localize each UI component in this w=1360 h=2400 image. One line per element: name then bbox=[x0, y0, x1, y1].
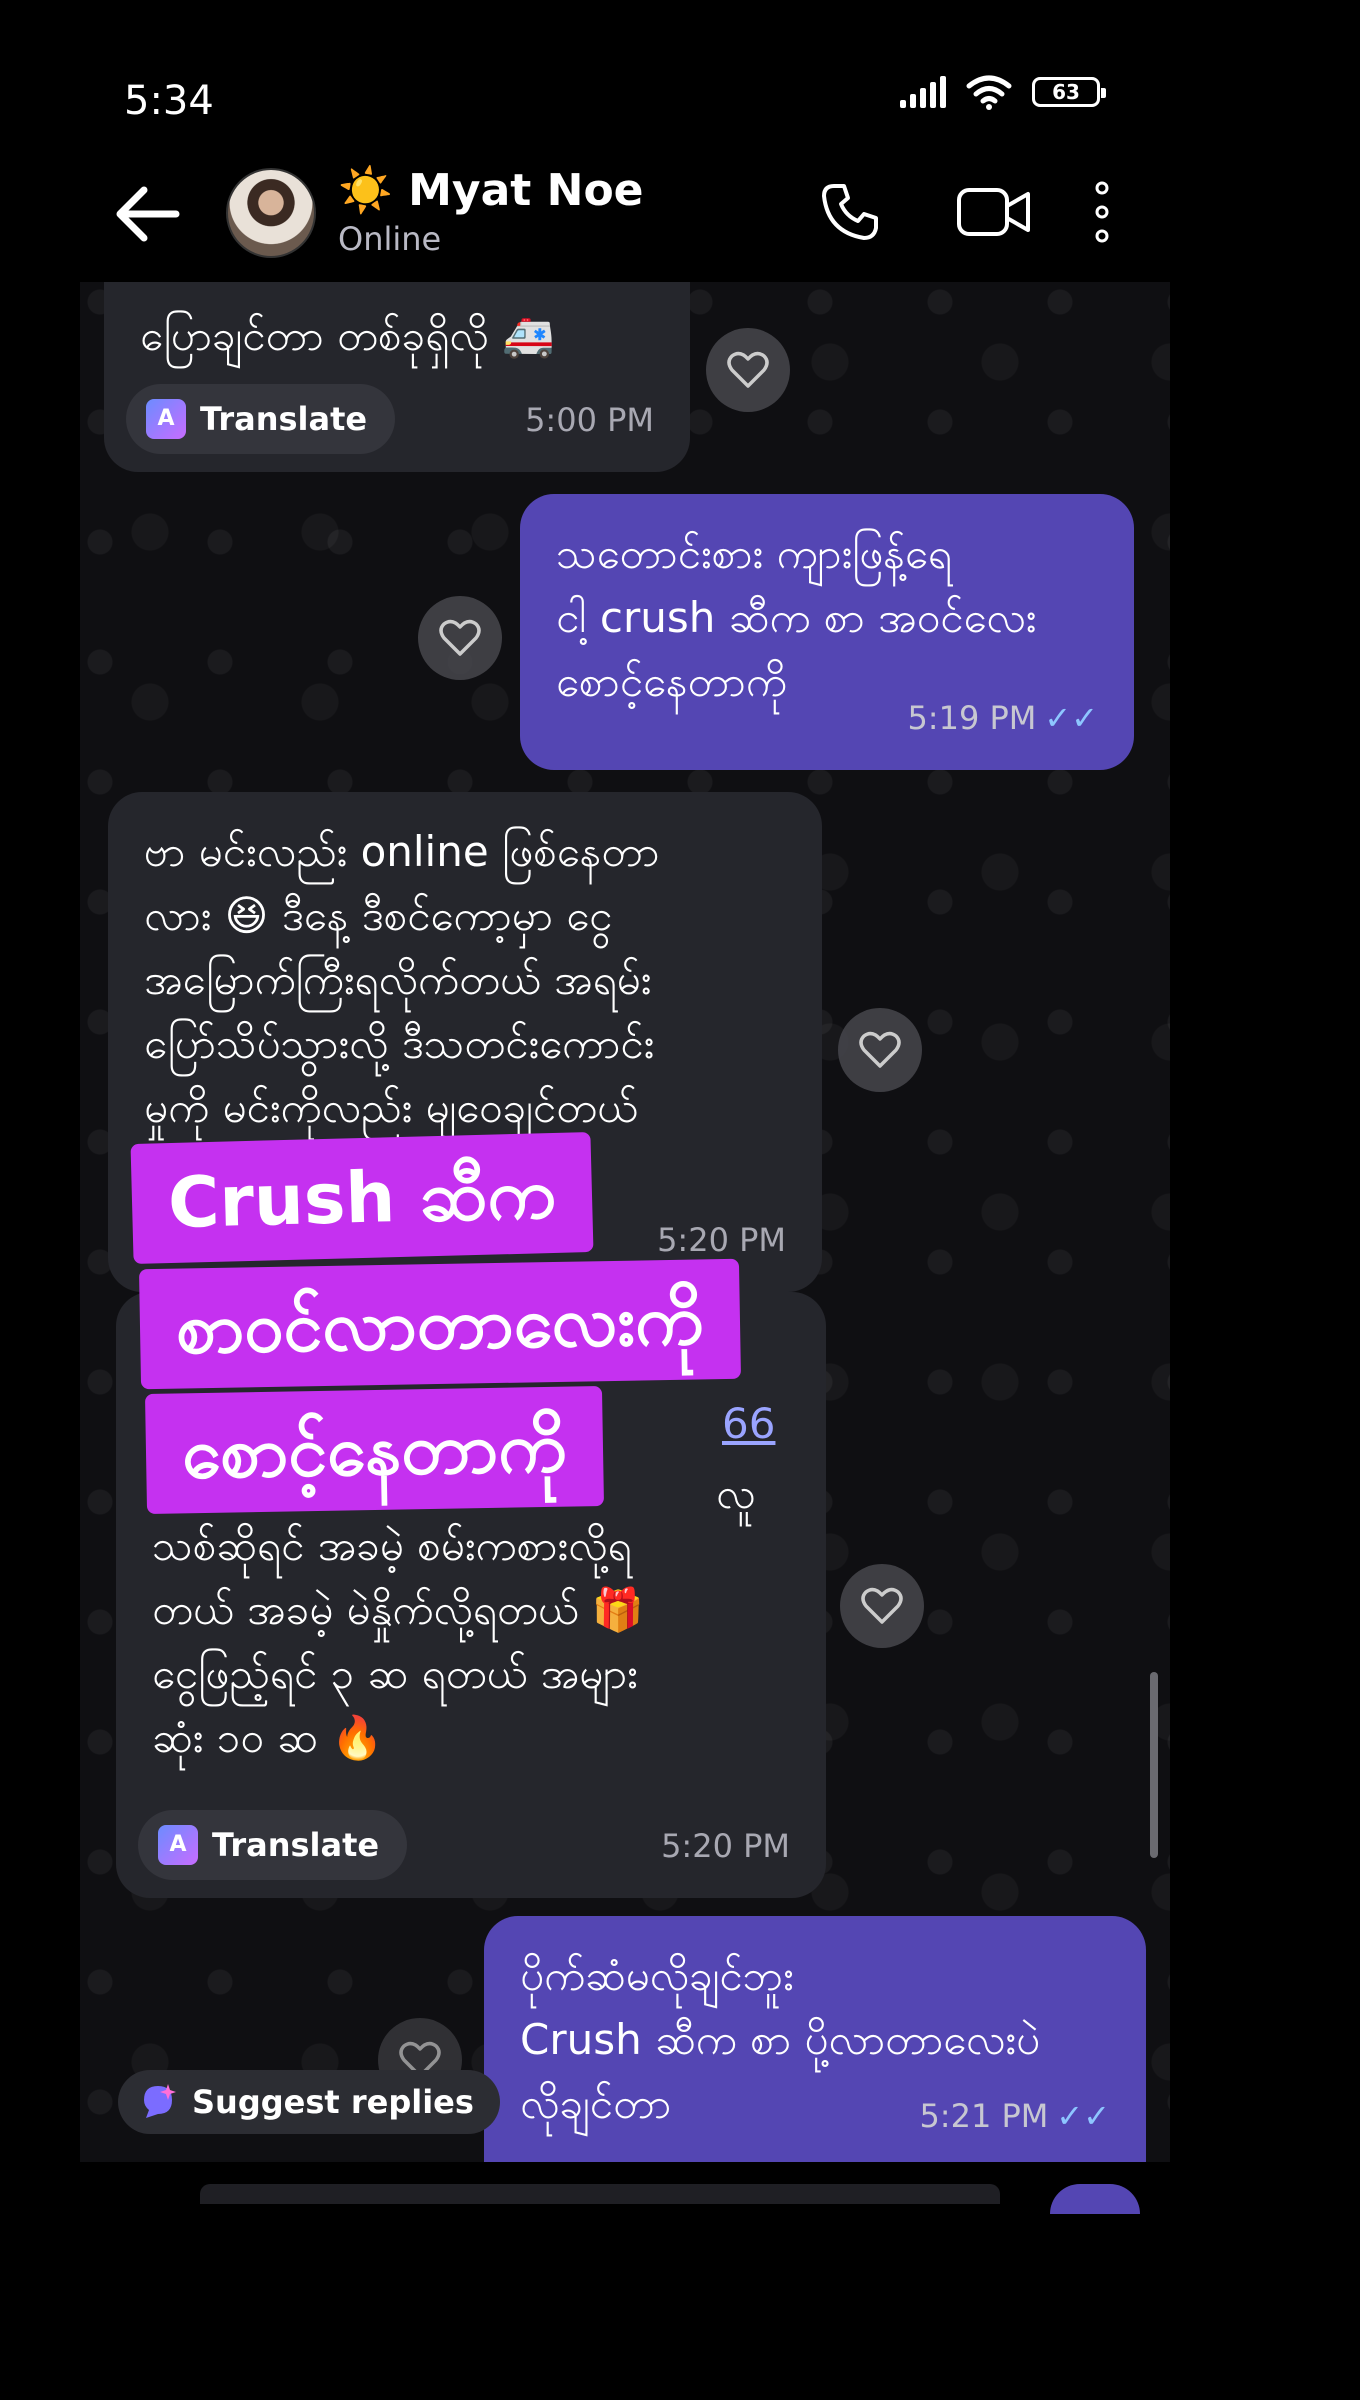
more-vertical-icon bbox=[1095, 181, 1109, 243]
signal-icon bbox=[900, 76, 946, 108]
video-camera-icon bbox=[957, 188, 1030, 236]
more-options-button[interactable] bbox=[1062, 172, 1142, 252]
message-time: 5:00 PM bbox=[525, 401, 654, 439]
message-time: 5:21 PM ✓✓ bbox=[919, 2097, 1110, 2135]
translate-icon: A bbox=[158, 1825, 198, 1865]
sparkle-chat-icon bbox=[144, 2084, 176, 2118]
message-time: 5:20 PM bbox=[661, 1827, 790, 1865]
caption-overlay-line1: Crush ဆီက bbox=[130, 1132, 594, 1264]
avatar[interactable] bbox=[226, 168, 316, 258]
react-button[interactable] bbox=[706, 328, 790, 412]
message-input-bar[interactable] bbox=[200, 2184, 1000, 2204]
phone-icon bbox=[822, 184, 878, 240]
translate-button[interactable]: A Translate bbox=[126, 384, 396, 454]
message-time: 5:19 PM ✓✓ bbox=[907, 699, 1098, 737]
message-link[interactable]: 66 bbox=[722, 1392, 775, 1456]
call-button[interactable] bbox=[810, 172, 890, 252]
battery-icon: 63 bbox=[1032, 77, 1106, 107]
heart-icon bbox=[859, 1031, 901, 1068]
video-call-button[interactable] bbox=[944, 172, 1044, 252]
translate-label: Translate bbox=[200, 400, 368, 438]
scrollbar[interactable] bbox=[1150, 1672, 1158, 1858]
message-bubble-incoming[interactable]: ပြောချင်တာ တစ်ခုရှိလို 🚑 A Translate 5:0… bbox=[104, 282, 690, 472]
translate-button[interactable]: A Translate bbox=[138, 1810, 408, 1880]
message-text-partial: လူ bbox=[716, 1469, 756, 1518]
read-receipt-icon: ✓✓ bbox=[1044, 699, 1098, 737]
back-button[interactable] bbox=[110, 182, 190, 246]
message-bubble-outgoing[interactable]: သတောင်းစား ကျားဖြန့်ရေ ငါ့ crush ဆီက စာ … bbox=[520, 494, 1134, 770]
status-time: 5:34 bbox=[124, 78, 214, 124]
heart-icon bbox=[861, 1587, 903, 1624]
heart-icon bbox=[439, 619, 481, 656]
back-arrow-icon bbox=[116, 186, 180, 242]
translate-icon: A bbox=[146, 399, 186, 439]
wifi-icon bbox=[966, 75, 1012, 110]
react-button[interactable] bbox=[840, 1564, 924, 1648]
heart-icon bbox=[727, 351, 769, 388]
contact-name[interactable]: ☀️ Myat Noe bbox=[338, 164, 644, 216]
status-bar: 5:34 63 bbox=[0, 0, 1360, 150]
message-bubble-outgoing[interactable]: ပိုက်ဆံမလိုချင်ဘူး Crush ဆီက စာ ပို့လာတာ… bbox=[484, 1916, 1146, 2162]
contact-status: Online bbox=[338, 220, 442, 258]
read-receipt-icon: ✓✓ bbox=[1056, 2097, 1110, 2135]
caption-overlay-line2: စာဝင်လာတာလေးကို bbox=[138, 1258, 741, 1390]
react-button[interactable] bbox=[418, 596, 502, 680]
send-button[interactable] bbox=[1050, 2184, 1140, 2214]
react-button[interactable] bbox=[838, 1008, 922, 1092]
translate-label: Translate bbox=[212, 1826, 380, 1864]
status-icons: 63 bbox=[900, 74, 1106, 110]
message-text: ဗာ မင်းလည်း online ဖြစ်နေတာ လား 😆 ဒီနေ့ … bbox=[144, 827, 660, 1132]
suggest-replies-label: Suggest replies bbox=[192, 2083, 474, 2121]
message-text: ပြောချင်တာ တစ်ခုရှိလို 🚑 bbox=[140, 311, 555, 360]
caption-overlay-line3: စောင့်နေတာကို bbox=[144, 1386, 604, 1514]
message-text: သစ်ဆိုရင် အခမဲ့ စမ်းကစားလို့ရ တယ် အခမဲ့ … bbox=[152, 1521, 645, 1762]
chat-header: ☀️ Myat Noe Online bbox=[0, 150, 1360, 280]
suggest-replies-button[interactable]: Suggest replies bbox=[118, 2070, 500, 2134]
